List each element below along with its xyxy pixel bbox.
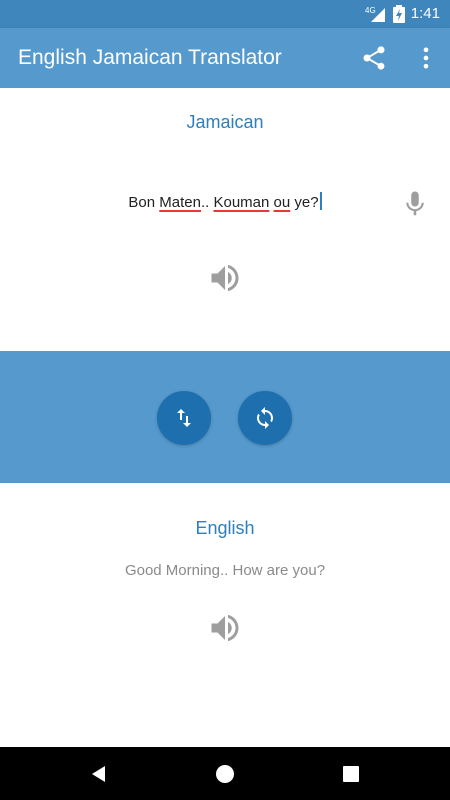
source-text-part: .. xyxy=(200,194,214,211)
source-language-label[interactable]: Jamaican xyxy=(0,112,450,133)
source-text-part: ye? xyxy=(290,194,319,211)
more-options-icon xyxy=(423,47,429,69)
recents-icon xyxy=(343,766,359,782)
target-panel: English Good Morning.. How are you? xyxy=(0,483,450,747)
text-cursor xyxy=(319,192,322,210)
microphone-button[interactable] xyxy=(400,188,430,220)
more-options-button[interactable] xyxy=(412,44,440,72)
app-bar: English Jamaican Translator xyxy=(0,28,450,88)
microphone-icon xyxy=(406,191,424,216)
status-icons: 4G 1:41 xyxy=(365,4,440,24)
battery-charging-icon xyxy=(392,5,405,23)
back-icon xyxy=(92,766,105,782)
source-text-part-misspelled: Maten xyxy=(159,194,201,211)
home-button[interactable] xyxy=(213,762,237,786)
network-label: 4G xyxy=(365,6,376,15)
swap-languages-button[interactable] xyxy=(157,391,211,445)
share-icon xyxy=(363,46,385,70)
recents-button[interactable] xyxy=(339,762,363,786)
speaker-icon xyxy=(211,264,239,292)
translation-output: Good Morning.. How are you? xyxy=(124,562,326,579)
status-time: 1:41 xyxy=(410,5,440,22)
source-text-part: Bon xyxy=(128,194,160,211)
signal-icon: 4G xyxy=(365,6,385,22)
navigation-bar xyxy=(0,747,450,800)
source-text-part-misspelled: Kouman xyxy=(213,194,270,211)
speaker-icon xyxy=(211,614,239,642)
home-icon xyxy=(216,765,234,783)
source-panel: Jamaican Bon Maten.. Kouman ou ye? xyxy=(0,88,450,351)
swap-languages-icon xyxy=(177,409,191,427)
source-text-input[interactable]: Bon Maten.. Kouman ou ye? xyxy=(0,192,450,211)
target-speak-button[interactable] xyxy=(207,610,243,646)
control-band xyxy=(0,351,450,483)
refresh-button[interactable] xyxy=(238,391,292,445)
back-button[interactable] xyxy=(87,762,111,786)
status-bar: 4G 1:41 xyxy=(0,0,450,28)
source-text-part-misspelled: ou xyxy=(273,194,291,211)
share-button[interactable] xyxy=(360,44,388,72)
refresh-icon xyxy=(257,407,273,429)
source-speak-button[interactable] xyxy=(207,260,243,296)
app-title: English Jamaican Translator xyxy=(18,46,282,69)
target-language-label[interactable]: English xyxy=(0,518,450,539)
